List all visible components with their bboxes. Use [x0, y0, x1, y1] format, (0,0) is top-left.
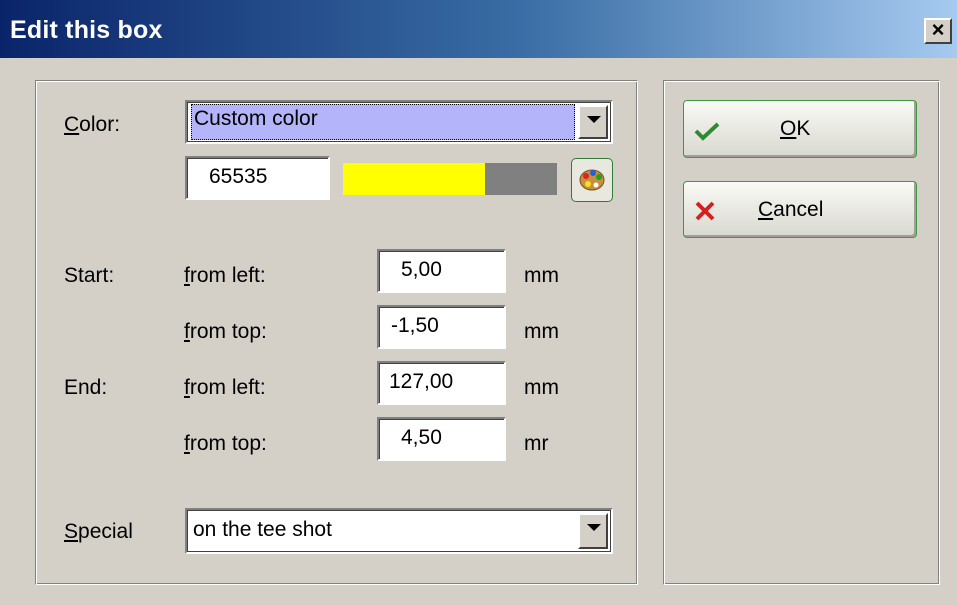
color-dropdown[interactable]: Custom color	[185, 100, 613, 144]
color-swatch-secondary	[485, 163, 557, 195]
window-title: Edit this box	[10, 16, 163, 44]
red-x-icon	[695, 201, 715, 221]
checkmark-icon	[694, 122, 720, 141]
cancel-button-label: Cancel	[758, 198, 824, 221]
start-from-top-label: from top:	[184, 320, 267, 343]
chevron-down-icon[interactable]	[578, 513, 608, 549]
start-label: Start:	[64, 264, 115, 287]
special-dropdown-value: on the tee shot	[193, 518, 332, 541]
color-dropdown-value: Custom color	[191, 104, 575, 140]
color-value-input[interactable]: 65535	[185, 156, 330, 200]
end-from-left-input[interactable]: 127,00	[377, 361, 506, 405]
end-from-top-unit: mr	[524, 432, 549, 455]
color-label: Color:	[64, 113, 121, 136]
special-dropdown[interactable]: on the tee shot	[185, 508, 613, 554]
end-from-top-label: from top:	[184, 432, 267, 455]
chevron-down-icon[interactable]	[578, 105, 608, 139]
end-from-left-unit: mm	[524, 376, 559, 399]
cancel-button[interactable]: Cancel	[683, 181, 917, 238]
start-from-left-unit: mm	[524, 264, 559, 287]
color-picker-button[interactable]	[571, 158, 613, 202]
start-from-left-label: from left:	[184, 264, 266, 287]
start-from-top-input[interactable]: -1,50	[377, 305, 506, 349]
start-from-left-input[interactable]: 5,00	[377, 249, 506, 293]
ok-button[interactable]: OK	[683, 100, 917, 158]
palette-icon	[579, 169, 605, 191]
close-icon: ×	[931, 17, 945, 42]
close-button[interactable]: ×	[924, 18, 952, 44]
end-label: End:	[64, 376, 108, 399]
special-label: Special	[64, 520, 133, 543]
end-from-left-label: from left:	[184, 376, 266, 399]
start-from-top-unit: mm	[524, 320, 559, 343]
ok-button-label: OK	[780, 117, 811, 140]
title-bar: Edit this box ×	[0, 0, 957, 58]
color-swatch-primary	[343, 163, 485, 195]
end-from-top-input[interactable]: 4,50	[377, 417, 506, 461]
